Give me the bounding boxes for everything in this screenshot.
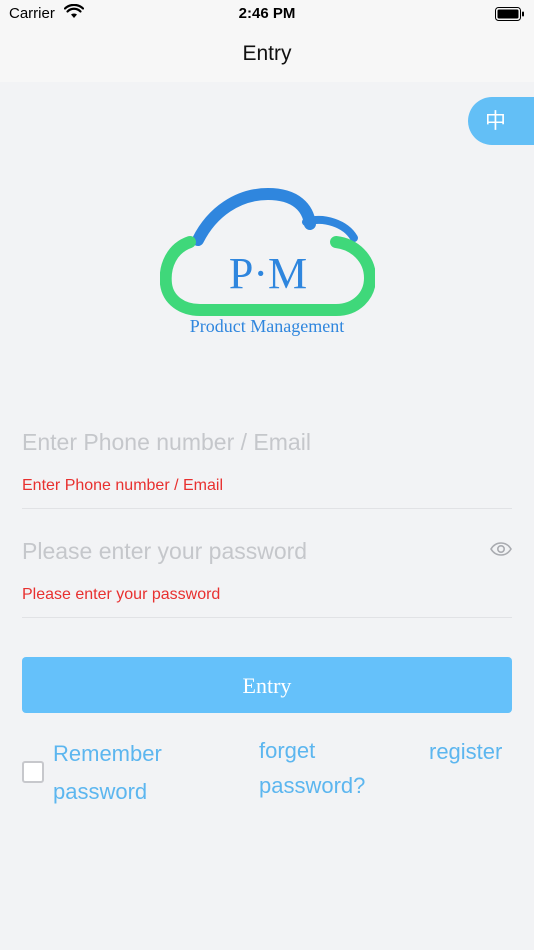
remember-checkbox[interactable]: [22, 761, 44, 783]
pm-logo: P·M Product Management: [160, 187, 375, 336]
entry-button[interactable]: Entry: [22, 657, 512, 713]
forgot-password-link[interactable]: forget password?: [259, 733, 409, 803]
password-input[interactable]: [22, 531, 482, 571]
password-divider: [22, 617, 512, 618]
status-bar: Carrier 2:46 PM: [0, 0, 534, 28]
register-link[interactable]: register: [429, 733, 502, 771]
account-error-text: Enter Phone number / Email: [22, 477, 223, 494]
logo-monogram: P·M: [229, 249, 307, 298]
account-input[interactable]: [22, 422, 482, 462]
account-divider: [22, 508, 512, 509]
status-time: 2:46 PM: [238, 5, 296, 22]
remember-password-label[interactable]: Remember password: [53, 735, 193, 811]
page-title: Entry: [242, 42, 292, 65]
password-error-text: Please enter your password: [22, 586, 221, 603]
eye-icon[interactable]: [490, 542, 512, 556]
logo-tagline: Product Management: [190, 316, 344, 336]
navigation-bar: Entry: [0, 28, 534, 82]
battery-icon: [495, 7, 524, 21]
language-toggle-button[interactable]: 中: [468, 97, 534, 145]
